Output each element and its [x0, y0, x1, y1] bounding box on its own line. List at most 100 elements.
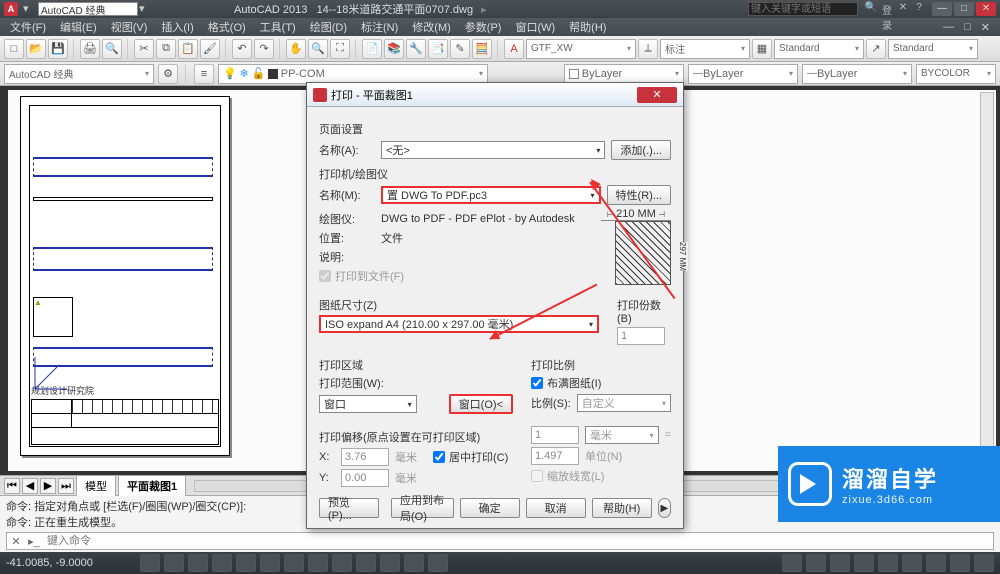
tpy-button[interactable] [428, 554, 448, 572]
fit-check[interactable] [531, 377, 543, 389]
tab-last[interactable]: ⏭ [58, 478, 74, 494]
grid-button[interactable] [164, 554, 184, 572]
preview-icon[interactable]: 🔍 [102, 39, 122, 59]
pagesetup-combo[interactable]: <无> [381, 141, 605, 159]
table-icon[interactable]: ▦ [752, 39, 772, 59]
sheets-icon[interactable]: 📑 [428, 39, 448, 59]
iso-button[interactable] [950, 554, 970, 572]
lineweight-combo[interactable]: — ByLayer [802, 64, 912, 84]
dimstyle-combo[interactable]: 标注 [660, 39, 750, 59]
style-icon[interactable]: A [504, 39, 524, 59]
print-icon[interactable]: 🖨 [80, 39, 100, 59]
layer-icon[interactable]: ≡ [194, 64, 214, 84]
textstyle-combo[interactable]: GTF_XW [526, 39, 636, 59]
menu-tools[interactable]: 工具(T) [256, 19, 300, 35]
ortho-button[interactable] [188, 554, 208, 572]
tablestyle-combo[interactable]: Standard [774, 39, 864, 59]
plotstyle-combo[interactable]: BYCOLOR [916, 64, 996, 84]
help-icon[interactable]: ? [912, 2, 926, 16]
window-button[interactable]: 窗口(O)< [449, 394, 513, 414]
qv-button[interactable] [806, 554, 826, 572]
dialog-close-button[interactable]: ✕ [637, 87, 677, 103]
lock-button[interactable] [902, 554, 922, 572]
workspace-combo[interactable] [38, 2, 138, 16]
layer-combo[interactable]: 💡 ❄ 🔓 PP-COM [218, 64, 488, 84]
search-icon[interactable]: 🔍 [864, 2, 878, 16]
scale-combo[interactable]: 自定义 [577, 394, 671, 412]
redo-icon[interactable]: ↷ [254, 39, 274, 59]
mdi-min[interactable]: — [939, 21, 958, 34]
help-button[interactable]: 帮助(H) [592, 498, 652, 518]
ducs-button[interactable] [284, 554, 304, 572]
model-button[interactable] [782, 554, 802, 572]
close-button[interactable]: ✕ [976, 2, 996, 16]
login-button[interactable]: 登录 [880, 2, 894, 16]
qat-save-icon[interactable]: ▾ [139, 2, 153, 16]
menu-dim[interactable]: 标注(N) [357, 19, 402, 35]
tab-next[interactable]: ▶ [40, 478, 56, 494]
mdi-max[interactable]: □ [960, 21, 975, 34]
papersize-combo[interactable]: ISO expand A4 (210.00 x 297.00 毫米) [319, 315, 599, 333]
tab-prev[interactable]: ◀ [22, 478, 38, 494]
dc-icon[interactable]: 📚 [384, 39, 404, 59]
menu-format[interactable]: 格式(O) [204, 19, 250, 35]
menu-window[interactable]: 窗口(W) [511, 19, 559, 35]
open-icon[interactable]: 📂 [26, 39, 46, 59]
new-icon[interactable]: □ [4, 39, 24, 59]
ann-button[interactable] [830, 554, 850, 572]
menu-edit[interactable]: 编辑(E) [56, 19, 101, 35]
osnap-button[interactable] [236, 554, 256, 572]
markup-icon[interactable]: ✎ [450, 39, 470, 59]
cut-icon[interactable]: ✂ [134, 39, 154, 59]
printer-combo[interactable]: 置 DWG To PDF.pc3 [381, 186, 601, 204]
tab-layout1[interactable]: 平面裁图1 [118, 475, 186, 496]
menu-modify[interactable]: 修改(M) [408, 19, 455, 35]
props-button[interactable]: 特性(R)... [607, 185, 671, 205]
props-icon[interactable]: 📄 [362, 39, 382, 59]
help-search[interactable] [748, 2, 858, 16]
tab-first[interactable]: ⏮ [4, 478, 20, 494]
hw-button[interactable] [926, 554, 946, 572]
expand-button[interactable]: ▶ [658, 498, 671, 518]
ws-gear-icon[interactable]: ⚙ [158, 64, 178, 84]
zoom-ext-icon[interactable]: ⛶ [330, 39, 350, 59]
vscrollbar[interactable] [980, 92, 994, 469]
lwt-button[interactable] [332, 554, 352, 572]
dialog-titlebar[interactable]: 打印 - 平面裁图1 ✕ [307, 83, 683, 107]
preview-button[interactable]: 预览(P)... [319, 498, 379, 518]
ws-button[interactable] [878, 554, 898, 572]
center-check[interactable] [433, 451, 445, 463]
scale-button[interactable] [854, 554, 874, 572]
paste-icon[interactable]: 📋 [178, 39, 198, 59]
add-button[interactable]: 添加(.)... [611, 140, 671, 160]
pan-icon[interactable]: ✋ [286, 39, 306, 59]
workspace-combo2[interactable]: AutoCAD 经典 [4, 64, 154, 84]
calc-icon[interactable]: 🧮 [472, 39, 492, 59]
mdi-close[interactable]: ✕ [977, 21, 994, 34]
apply-button[interactable]: 应用到布局(O) [391, 498, 454, 518]
copy-icon[interactable]: ⧉ [156, 39, 176, 59]
am-button[interactable] [404, 554, 424, 572]
sc-button[interactable] [380, 554, 400, 572]
menu-help[interactable]: 帮助(H) [565, 19, 610, 35]
ok-button[interactable]: 确定 [460, 498, 520, 518]
undo-icon[interactable]: ↶ [232, 39, 252, 59]
menu-insert[interactable]: 插入(I) [157, 19, 197, 35]
dim-icon[interactable]: ⟂ [638, 39, 658, 59]
range-combo[interactable]: 窗口 [319, 395, 417, 413]
linetype-combo[interactable]: — ByLayer [688, 64, 798, 84]
mleaderstyle-combo[interactable]: Standard [888, 39, 978, 59]
exchange-icon[interactable]: ✕ [896, 2, 910, 16]
menu-view[interactable]: 视图(V) [107, 19, 152, 35]
menu-file[interactable]: 文件(F) [6, 19, 50, 35]
dyn-button[interactable] [308, 554, 328, 572]
menu-param[interactable]: 参数(P) [461, 19, 506, 35]
qp-button[interactable] [356, 554, 376, 572]
maximize-button[interactable]: □ [954, 2, 974, 16]
color-combo[interactable]: ByLayer [564, 64, 684, 84]
qat-icon[interactable]: ▾ [23, 2, 37, 16]
save-icon[interactable]: 💾 [48, 39, 68, 59]
command-input[interactable] [43, 535, 993, 547]
mleader-icon[interactable]: ↗ [866, 39, 886, 59]
minimize-button[interactable]: — [932, 2, 952, 16]
